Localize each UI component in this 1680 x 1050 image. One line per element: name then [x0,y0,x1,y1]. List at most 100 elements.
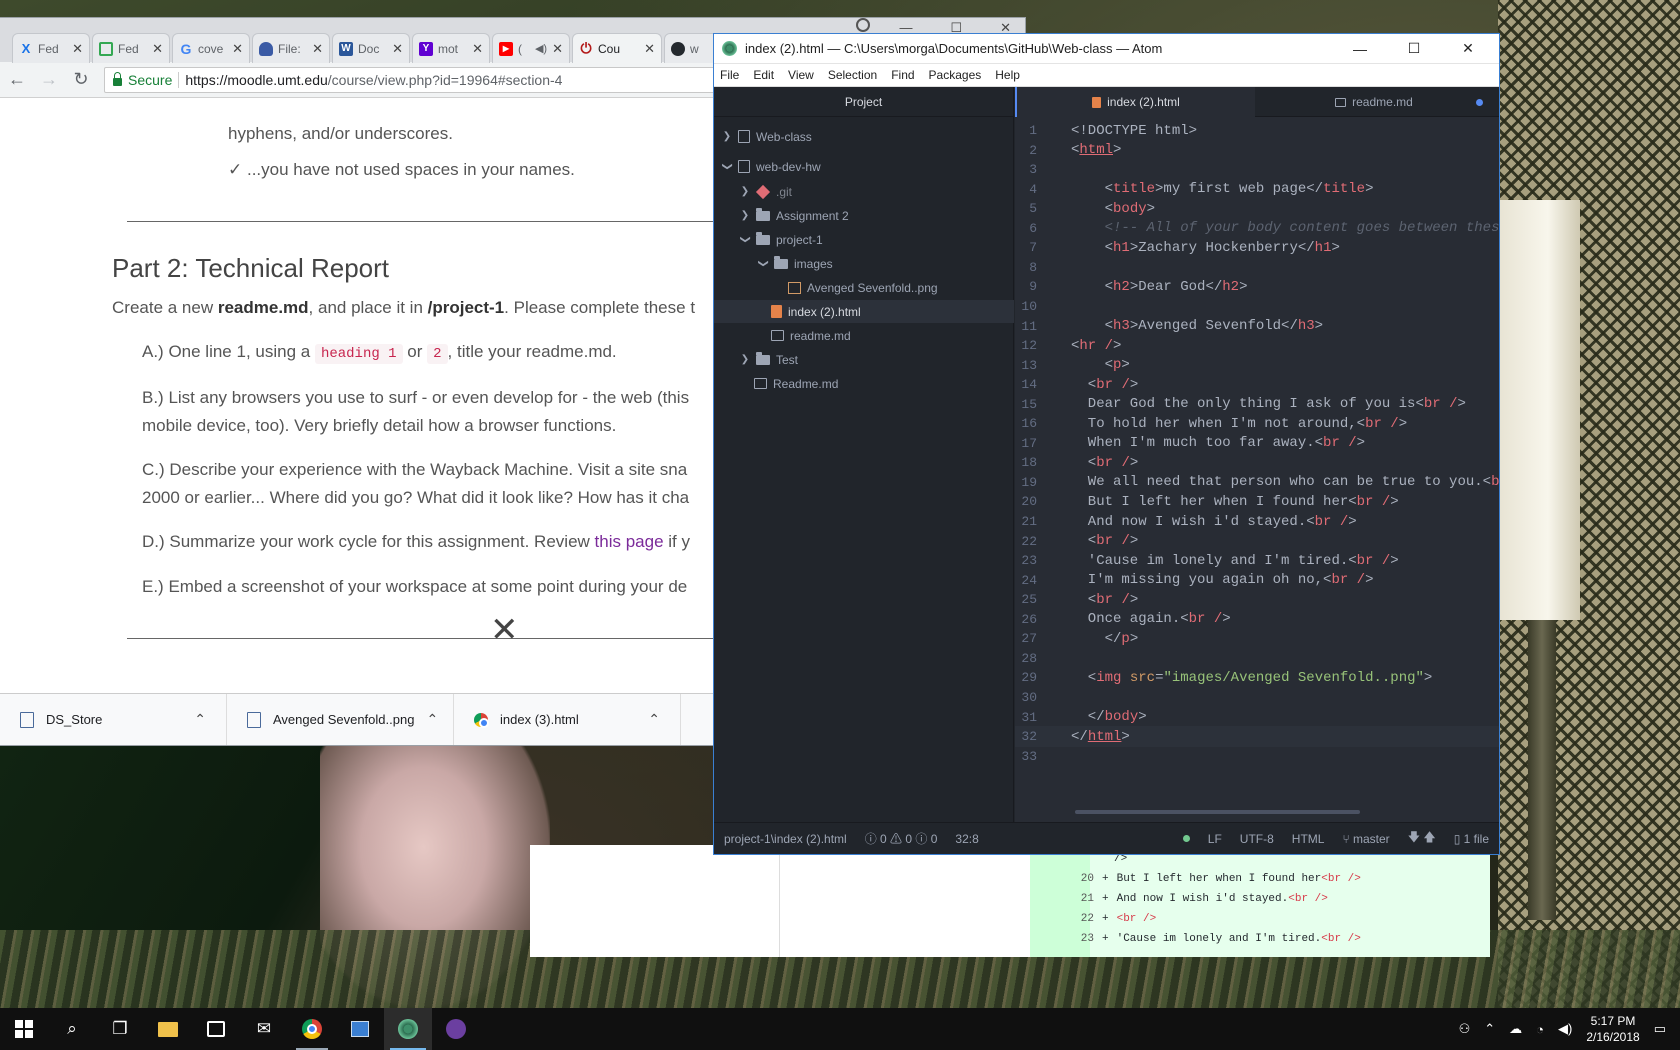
code-line[interactable]: 18 <br /> [1015,452,1138,473]
this-page-link[interactable]: this page [595,532,664,551]
code-line[interactable]: 6 <!-- All of your body content goes bet… [1015,218,1499,239]
close-tab-icon[interactable]: ✕ [392,41,403,57]
code-line[interactable]: 19 We all need that person who can be tr… [1015,472,1499,493]
browser-tab[interactable]: ▶ ( ◀) ✕ [492,33,570,63]
volume-icon[interactable]: ◀) [1558,1021,1572,1037]
download-item[interactable]: DS_Store ⌃ [0,693,227,745]
close-tab-icon[interactable]: ✕ [472,41,483,57]
chevron-up-icon[interactable]: ⌃ [194,711,206,728]
status-branch[interactable]: ⑂ master [1342,832,1389,846]
code-line[interactable]: 13 <p> [1015,355,1129,376]
browser-tab[interactable]: Fed ✕ [92,33,170,63]
tree-item-image-file[interactable]: Avenged Sevenfold..png [714,276,1014,299]
chevron-up-icon[interactable]: ⌃ [1484,1021,1495,1037]
text-editor[interactable]: index (2).html readme.md 1 <!DOCTYPE html… [1015,87,1499,822]
fetch-icons[interactable]: 🡇 🡅 [1408,828,1436,849]
download-item[interactable]: Avenged Sevenfold..png ⌃ [227,693,454,745]
chevron-up-icon[interactable]: ⌃ [648,711,660,728]
start-button[interactable] [0,1008,48,1050]
audio-playing-icon[interactable]: ◀) [535,42,547,55]
close-icon[interactable]: ✕ [1445,40,1491,57]
code-line[interactable]: 32 </html> [1015,726,1499,748]
tree-item-readme-root[interactable]: Readme.md [714,372,1014,395]
horizontal-scrollbar[interactable] [1075,810,1360,814]
browser-tab[interactable]: G cove ✕ [172,33,250,63]
onedrive-icon[interactable]: ☁ [1509,1021,1522,1037]
back-arrow-icon[interactable]: ← [8,69,26,90]
code-line[interactable]: 20 But I left her when I found her<br /> [1015,491,1398,512]
status-cursor-position[interactable]: 32:8 [955,832,978,846]
app-icon[interactable] [432,1008,480,1050]
code-line[interactable]: 15 Dear God the only thing I ask of you … [1015,394,1466,415]
code-line[interactable]: 25 <br /> [1015,589,1138,610]
download-item[interactable]: index (3).html ⌃ [454,693,681,745]
code-line[interactable]: 31 </body> [1015,707,1146,728]
tree-item-git[interactable]: ❯ .git [714,180,1014,203]
chrome-taskbar-icon[interactable] [288,1008,336,1050]
menu-edit[interactable]: Edit [753,68,774,82]
code-line[interactable]: 26 Once again.<br /> [1015,609,1230,630]
code-line[interactable]: 23 'Cause im lonely and I'm tired.<br /> [1015,550,1398,571]
menu-help[interactable]: Help [995,68,1020,82]
clock[interactable]: 5:17 PM 2/16/2018 [1586,1013,1639,1045]
tree-item-web-dev-hw[interactable]: ❯ web-dev-hw [714,155,1014,178]
tree-item-project-1[interactable]: ❯ project-1 [714,228,1014,251]
profile-icon[interactable] [856,18,870,32]
code-line[interactable]: 17 When I'm much too far away.<br /> [1015,433,1365,454]
minimize-icon[interactable]: — [1337,41,1383,57]
code-line[interactable]: 4 <title>my first web page</title> [1015,179,1373,200]
code-line[interactable]: 2 <html> [1015,140,1121,161]
tree-item-readme[interactable]: readme.md [714,324,1014,347]
code-line[interactable]: 28 [1015,648,1071,669]
photos-icon[interactable] [336,1008,384,1050]
close-tab-icon[interactable]: ✕ [152,41,163,57]
code-line[interactable]: 9 <h2>Dear God</h2> [1015,276,1247,297]
status-grammar[interactable]: HTML [1292,832,1325,846]
code-line[interactable]: 1 <!DOCTYPE html> [1015,120,1197,141]
tab-readme[interactable]: readme.md [1255,87,1493,117]
close-tab-icon[interactable]: ✕ [232,41,243,57]
file-explorer-icon[interactable] [144,1008,192,1050]
store-icon[interactable] [192,1008,240,1050]
code-line[interactable]: 14 <br /> [1015,374,1138,395]
close-x-icon[interactable]: ✕ [490,610,519,650]
code-line[interactable]: 7 <h1>Zachary Hockenberry</h1> [1015,237,1340,258]
status-line-ending[interactable]: LF [1208,832,1222,846]
browser-tab-active[interactable]: ⏻ Cou ✕ [572,33,662,63]
status-encoding[interactable]: UTF-8 [1240,832,1274,846]
menu-selection[interactable]: Selection [828,68,877,82]
tree-item-index-html[interactable]: index (2).html [714,300,1014,323]
code-line[interactable]: 29 <img src="images/Avenged Sevenfold..p… [1015,667,1432,688]
status-files[interactable]: ▯ 1 file [1454,832,1489,846]
code-line[interactable]: 5 <body> [1015,198,1155,219]
code-line[interactable]: 24 I'm missing you again oh no,<br /> [1015,570,1373,591]
code-line[interactable]: 12 <hr /> [1015,335,1121,356]
code-line[interactable]: 22 <br /> [1015,531,1138,552]
menu-file[interactable]: File [720,68,739,82]
code-line[interactable]: 30 [1015,687,1071,708]
code-line[interactable]: 27 </p> [1015,628,1138,649]
code-line[interactable]: 33 [1015,746,1071,767]
status-file-path[interactable]: project-1\index (2).html [724,832,847,846]
close-tab-icon[interactable]: ✕ [72,41,83,57]
maximize-icon[interactable]: ☐ [1391,40,1437,57]
tree-item-assignment-2[interactable]: ❯ Assignment 2 [714,204,1014,227]
tree-item-images[interactable]: ❯ images [714,252,1014,275]
menu-view[interactable]: View [788,68,814,82]
tree-item-web-class[interactable]: ❯ Web-class [714,125,1014,148]
browser-tab[interactable]: Y mot ✕ [412,33,490,63]
close-tab-icon[interactable]: ✕ [552,41,563,57]
code-line[interactable]: 16 To hold her when I'm not around,<br /… [1015,413,1407,434]
browser-tab[interactable]: File: ✕ [252,33,330,63]
code-area[interactable]: 1 <!DOCTYPE html> 2 <html> 3 4 <title>my firs… [1015,117,1499,822]
code-line[interactable]: 11 <h3>Avenged Sevenfold</h3> [1015,316,1323,337]
mail-icon[interactable]: ✉ [240,1008,288,1050]
code-line[interactable]: 21 And now I wish i'd stayed.<br /> [1015,511,1356,532]
browser-tab[interactable]: X Fed ✕ [12,33,90,63]
reload-icon[interactable]: ↻ [72,69,90,90]
notifications-icon[interactable]: ▭ [1654,1021,1666,1037]
browser-tab[interactable]: W Doc ✕ [332,33,410,63]
menu-find[interactable]: Find [891,68,914,82]
code-line[interactable]: 10 [1015,296,1071,317]
atom-taskbar-icon[interactable] [384,1008,432,1050]
